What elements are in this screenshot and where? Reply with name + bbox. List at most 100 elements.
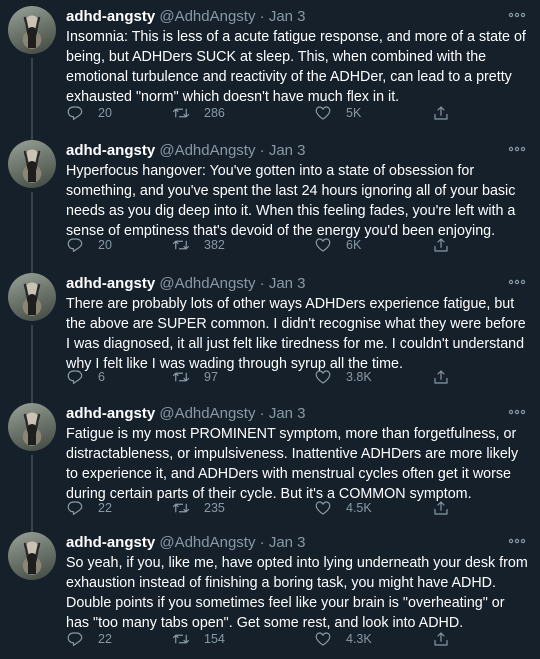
thread-line bbox=[31, 455, 33, 526]
avatar[interactable] bbox=[8, 403, 56, 451]
user-handle[interactable]: @AdhdAngsty bbox=[159, 275, 255, 292]
like-button[interactable]: 6K bbox=[314, 236, 361, 254]
reply-button[interactable]: 22 bbox=[66, 630, 112, 648]
retweet-count: 286 bbox=[204, 106, 225, 120]
user-handle[interactable]: @AdhdAngsty bbox=[159, 8, 255, 25]
user-handle[interactable]: @AdhdAngsty bbox=[159, 142, 255, 159]
thread-line bbox=[31, 325, 33, 397]
tweet-actions: 20 286 5K bbox=[66, 104, 526, 124]
retweet-button[interactable]: 97 bbox=[172, 368, 218, 386]
tweet-text: There are probably lots of other ways AD… bbox=[66, 296, 526, 372]
tweet-actions: 22 154 4.3K bbox=[66, 630, 526, 650]
more-options-icon[interactable] bbox=[508, 142, 526, 156]
tweet-header: adhd-angsty @AdhdAngsty · Jan 3 bbox=[66, 8, 306, 26]
avatar[interactable] bbox=[8, 6, 56, 54]
share-button[interactable] bbox=[432, 368, 450, 386]
tweet-actions: 6 97 3.8K bbox=[66, 368, 526, 388]
separator: · bbox=[259, 405, 265, 422]
tweet-text: So yeah, if you, like me, have opted int… bbox=[66, 555, 528, 631]
share-icon bbox=[434, 370, 448, 384]
like-count: 6K bbox=[346, 238, 362, 252]
tweet[interactable]: adhd-angsty @AdhdAngsty · Jan 3 There ar… bbox=[0, 265, 540, 397]
tweet-date[interactable]: Jan 3 bbox=[269, 275, 306, 292]
display-name[interactable]: adhd-angsty bbox=[66, 142, 155, 159]
retweet-button[interactable]: 382 bbox=[172, 236, 225, 254]
reply-icon bbox=[67, 632, 83, 646]
reply-count: 22 bbox=[98, 632, 112, 646]
thread-line bbox=[31, 395, 33, 403]
thread-line bbox=[31, 192, 33, 267]
more-options-icon[interactable] bbox=[508, 405, 526, 419]
tweet-date[interactable]: Jan 3 bbox=[269, 8, 306, 25]
heart-icon bbox=[315, 501, 331, 515]
retweet-count: 382 bbox=[204, 238, 225, 252]
like-button[interactable]: 4.3K bbox=[314, 630, 372, 648]
tweet-header: adhd-angsty @AdhdAngsty · Jan 3 bbox=[66, 534, 306, 552]
user-handle[interactable]: @AdhdAngsty bbox=[159, 534, 255, 551]
retweet-count: 235 bbox=[204, 501, 225, 515]
like-button[interactable]: 5K bbox=[314, 104, 361, 122]
more-options-icon[interactable] bbox=[508, 8, 526, 22]
more-options-icon[interactable] bbox=[508, 534, 526, 548]
like-count: 4.3K bbox=[346, 632, 372, 646]
tweet[interactable]: adhd-angsty @AdhdAngsty · Jan 3 Fatigue … bbox=[0, 395, 540, 526]
display-name[interactable]: adhd-angsty bbox=[66, 534, 155, 551]
display-name[interactable]: adhd-angsty bbox=[66, 405, 155, 422]
avatar[interactable] bbox=[8, 532, 56, 580]
share-icon bbox=[434, 632, 448, 646]
tweet[interactable]: adhd-angsty @AdhdAngsty · Jan 3 Hyperfoc… bbox=[0, 132, 540, 267]
retweet-count: 97 bbox=[204, 370, 218, 384]
heart-icon bbox=[315, 238, 331, 252]
reply-icon bbox=[67, 501, 83, 515]
share-button[interactable] bbox=[432, 104, 450, 122]
share-icon bbox=[434, 501, 448, 515]
tweet-date[interactable]: Jan 3 bbox=[269, 534, 306, 551]
like-count: 5K bbox=[346, 106, 362, 120]
reply-button[interactable]: 6 bbox=[66, 368, 105, 386]
share-button[interactable] bbox=[432, 236, 450, 254]
heart-icon bbox=[315, 632, 331, 646]
tweet-text: Hyperfocus hangover: You've gotten into … bbox=[66, 163, 516, 239]
tweet-header: adhd-angsty @AdhdAngsty · Jan 3 bbox=[66, 275, 306, 293]
reply-icon bbox=[67, 370, 83, 384]
retweet-button[interactable]: 154 bbox=[172, 630, 225, 648]
tweet-header: adhd-angsty @AdhdAngsty · Jan 3 bbox=[66, 142, 306, 160]
reply-button[interactable]: 20 bbox=[66, 236, 112, 254]
display-name[interactable]: adhd-angsty bbox=[66, 275, 155, 292]
avatar[interactable] bbox=[8, 140, 56, 188]
tweet[interactable]: adhd-angsty @AdhdAngsty · Jan 3 Insomnia… bbox=[0, 0, 540, 134]
thread-line bbox=[31, 132, 33, 140]
reply-button[interactable]: 22 bbox=[66, 499, 112, 517]
retweet-count: 154 bbox=[204, 632, 225, 646]
reply-count: 22 bbox=[98, 501, 112, 515]
separator: · bbox=[259, 534, 265, 551]
separator: · bbox=[259, 8, 265, 25]
retweet-button[interactable]: 235 bbox=[172, 499, 225, 517]
thread-line bbox=[31, 265, 33, 273]
retweet-button[interactable]: 286 bbox=[172, 104, 225, 122]
tweet-actions: 20 382 6K bbox=[66, 236, 526, 256]
reply-count: 6 bbox=[98, 370, 105, 384]
like-button[interactable]: 4.5K bbox=[314, 499, 372, 517]
user-handle[interactable]: @AdhdAngsty bbox=[159, 405, 255, 422]
separator: · bbox=[259, 142, 265, 159]
like-count: 3.8K bbox=[346, 370, 372, 384]
share-icon bbox=[434, 238, 448, 252]
like-button[interactable]: 3.8K bbox=[314, 368, 372, 386]
more-options-icon[interactable] bbox=[508, 275, 526, 289]
retweet-icon bbox=[172, 240, 190, 250]
reply-count: 20 bbox=[98, 106, 112, 120]
display-name[interactable]: adhd-angsty bbox=[66, 8, 155, 25]
reply-button[interactable]: 20 bbox=[66, 104, 112, 122]
reply-icon bbox=[67, 106, 83, 120]
retweet-icon bbox=[172, 634, 190, 644]
tweet-date[interactable]: Jan 3 bbox=[269, 405, 306, 422]
heart-icon bbox=[315, 106, 331, 120]
share-icon bbox=[434, 106, 448, 120]
share-button[interactable] bbox=[432, 499, 450, 517]
tweet-date[interactable]: Jan 3 bbox=[269, 142, 306, 159]
tweet[interactable]: adhd-angsty @AdhdAngsty · Jan 3 So yeah,… bbox=[0, 524, 540, 659]
share-button[interactable] bbox=[432, 630, 450, 648]
tweet-text: Insomnia: This is less of a acute fatigu… bbox=[66, 29, 526, 105]
avatar[interactable] bbox=[8, 273, 56, 321]
